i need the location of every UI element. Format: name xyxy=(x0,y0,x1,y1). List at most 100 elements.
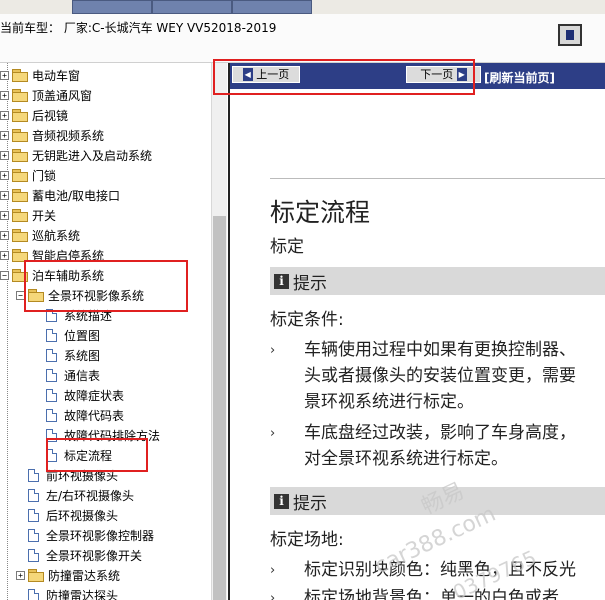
vehicle-header: 当前车型： 厂家:C-长城汽车 WEY VV52018-2019 xyxy=(0,14,605,63)
tree-item-label: 电动车窗 xyxy=(32,68,81,83)
tree-item[interactable]: 左/右环视摄像头 xyxy=(28,485,134,505)
current-vehicle-label: 当前车型： 厂家:C-长城汽车 WEY VV52018-2019 xyxy=(0,21,277,35)
expand-icon[interactable]: + xyxy=(0,170,9,180)
document-icon xyxy=(46,348,57,362)
document-content: ◀ 上一页 下一页 ▶ [刷新当前页] 标定流程 标定 i 提示 标定条件: ›… xyxy=(228,63,605,600)
toggle-panel-button[interactable] xyxy=(558,24,582,46)
highlight-tree-item-box xyxy=(46,438,148,472)
expand-icon[interactable]: + xyxy=(0,70,9,80)
page-title: 标定流程 xyxy=(270,198,371,227)
folder-icon xyxy=(28,569,44,582)
folder-icon xyxy=(12,69,28,82)
top-toolbar-strip xyxy=(0,0,605,14)
top-tab-button[interactable] xyxy=(72,0,152,14)
note-label: 提示 xyxy=(293,273,327,294)
highlight-navbar-box xyxy=(213,59,475,95)
document-icon xyxy=(28,468,39,482)
page-subtitle: 标定 xyxy=(270,237,304,257)
tree-item-label: 开关 xyxy=(32,208,57,223)
bullet-line: 头或者摄像头的安装位置变更，需要 xyxy=(304,366,576,386)
document-icon xyxy=(28,528,39,542)
folder-icon xyxy=(12,229,28,242)
tree-item-label: 门锁 xyxy=(32,168,57,183)
tree-item-label: 后环视摄像头 xyxy=(46,508,119,523)
expand-icon[interactable]: + xyxy=(0,130,9,140)
expand-icon[interactable]: + xyxy=(0,230,9,240)
bullet-chevron-icon: › xyxy=(270,343,276,358)
document-icon xyxy=(28,508,39,522)
document-icon xyxy=(46,368,57,382)
folder-icon xyxy=(12,129,28,142)
info-icon: i xyxy=(274,493,289,509)
tree-scrollbar-thumb[interactable] xyxy=(213,216,226,600)
expand-icon[interactable]: + xyxy=(0,90,9,100)
note-heading: 标定条件: xyxy=(270,310,344,330)
tree-item[interactable]: + 蓄电池/取电接口 xyxy=(0,185,120,205)
tree-item[interactable]: + 防撞雷达系统 xyxy=(16,565,120,585)
expand-icon[interactable]: + xyxy=(16,570,25,580)
top-tab-button[interactable] xyxy=(232,0,312,14)
tree-item-label: 后视镜 xyxy=(32,108,69,123)
tree-item-label: 通信表 xyxy=(64,368,101,383)
bullet-line: 对全景环视系统进行标定。 xyxy=(304,449,508,469)
document-icon xyxy=(28,488,39,502)
bullet-line: 车辆使用过程中如果有更换控制器、 xyxy=(304,340,576,360)
document-icon xyxy=(46,408,57,422)
note-heading: 标定场地: xyxy=(270,530,344,550)
tree-item[interactable]: + 开关 xyxy=(0,205,56,225)
tree-item[interactable]: + 后视镜 xyxy=(0,105,68,125)
bullet-line: 景环视系统进行标定。 xyxy=(304,392,474,412)
tree-item[interactable]: + 无钥匙进入及启动系统 xyxy=(0,145,152,165)
folder-icon xyxy=(12,109,28,122)
expand-icon[interactable]: + xyxy=(0,210,9,220)
bullet-chevron-icon: › xyxy=(270,563,276,578)
tree-item[interactable]: 位置图 xyxy=(46,325,100,345)
tree-item[interactable]: 系统图 xyxy=(46,345,100,365)
tree-item[interactable]: 防撞雷达探头 xyxy=(28,585,118,600)
tree-item[interactable]: + 音频视频系统 xyxy=(0,125,104,145)
tree-item[interactable]: 后环视摄像头 xyxy=(28,505,118,525)
content-divider xyxy=(270,178,605,179)
tree-item-label: 蓄电池/取电接口 xyxy=(32,188,121,203)
document-icon xyxy=(46,328,57,342)
tree-item-label: 音频视频系统 xyxy=(32,128,105,143)
tree-item-label: 无钥匙进入及启动系统 xyxy=(32,148,153,163)
navigation-tree: + 电动车窗 + 顶盖通风窗 + 后视镜 + 音频视频系统 + 无钥匙进入及启动系统 + 门锁 + 蓄电池… xyxy=(0,63,210,600)
tree-item-label: 防撞雷达探头 xyxy=(46,588,119,600)
folder-icon xyxy=(12,189,28,202)
folder-icon xyxy=(12,89,28,102)
folder-icon xyxy=(12,149,28,162)
highlight-tree-box xyxy=(24,260,188,312)
top-tab-button[interactable] xyxy=(152,0,232,14)
collapse-icon[interactable]: − xyxy=(0,270,9,280)
bullet-chevron-icon: › xyxy=(270,426,276,441)
bullet-line: 标定场地背景色：单一的白色或者 xyxy=(304,588,559,600)
note-bar: i 提示 xyxy=(270,267,605,295)
expand-icon[interactable]: + xyxy=(0,110,9,120)
tree-item-label: 位置图 xyxy=(64,328,101,343)
tree-item-label: 顶盖通风窗 xyxy=(32,88,93,103)
document-icon xyxy=(28,588,39,600)
tree-item[interactable]: 全景环视影像开关 xyxy=(28,545,142,565)
tree-item[interactable]: 通信表 xyxy=(46,365,100,385)
tree-item-label: 全景环视影像控制器 xyxy=(46,528,155,543)
note-label: 提示 xyxy=(293,493,327,514)
expand-icon[interactable]: + xyxy=(0,250,9,260)
tree-item[interactable]: + 电动车窗 xyxy=(0,65,80,85)
tree-scrollbar[interactable] xyxy=(211,63,227,600)
tree-item[interactable]: 故障代码表 xyxy=(46,405,124,425)
tree-item[interactable]: 全景环视影像控制器 xyxy=(28,525,154,545)
expand-icon[interactable]: + xyxy=(0,150,9,160)
tree-item[interactable]: + 顶盖通风窗 xyxy=(0,85,92,105)
tree-item-label: 左/右环视摄像头 xyxy=(46,488,135,503)
expand-icon[interactable]: + xyxy=(0,190,9,200)
tree-item[interactable]: 故障症状表 xyxy=(46,385,124,405)
tree-item-label: 故障症状表 xyxy=(64,388,125,403)
tree-item[interactable]: + 门锁 xyxy=(0,165,56,185)
tree-item-label: 防撞雷达系统 xyxy=(48,568,121,583)
refresh-page-link[interactable]: [刷新当前页] xyxy=(484,69,555,86)
document-icon xyxy=(46,388,57,402)
folder-icon xyxy=(12,169,28,182)
tree-item[interactable]: + 巡航系统 xyxy=(0,225,80,245)
tree-item-label: 系统图 xyxy=(64,348,101,363)
